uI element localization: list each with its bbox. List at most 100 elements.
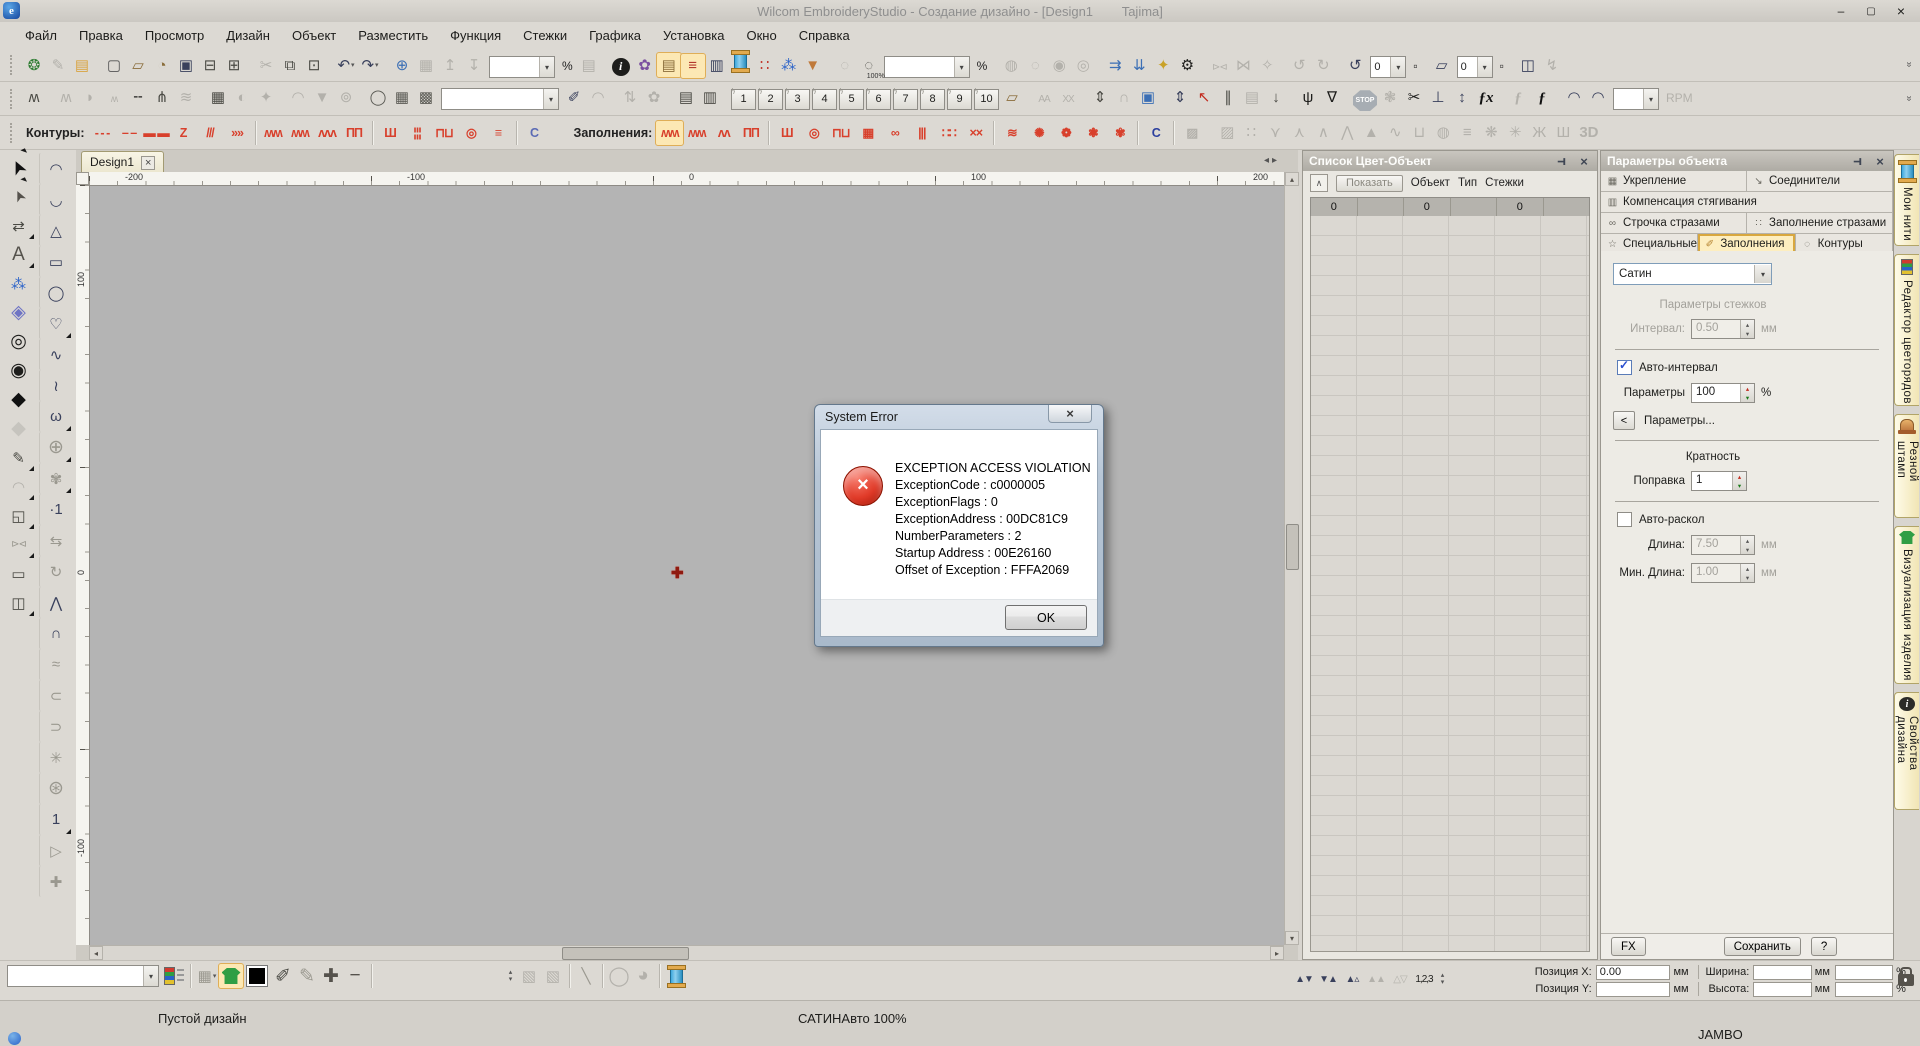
stitch-density-icon[interactable]: ∷ xyxy=(753,53,777,77)
entry-point-tool-icon[interactable]: 1 xyxy=(39,804,72,835)
show-outlines-icon[interactable]: ◎ xyxy=(1071,53,1095,77)
pos-y-field[interactable] xyxy=(1596,982,1671,997)
run-tool-icon[interactable]: ∿ xyxy=(39,339,72,370)
dialog-title-bar[interactable]: System Error xyxy=(820,405,1098,429)
rotate-3d-tool-icon[interactable]: ↻ xyxy=(39,556,72,587)
sequence-123-icon[interactable]: 1,2,3 xyxy=(1412,967,1436,991)
stitch-player-icon[interactable]: ◫ xyxy=(1516,53,1540,77)
palette-scroll-spinner[interactable]: ▴▾ xyxy=(504,969,517,983)
fan-stitch-icon[interactable]: ⋏ xyxy=(1287,120,1311,144)
connection-settings-icon[interactable]: ⚙ xyxy=(1175,53,1199,77)
u-stitch-border-icon[interactable]: ⊓⊔ xyxy=(431,121,458,145)
tab-pull-compensation[interactable]: ▥Компенсация стягивания xyxy=(1601,192,1893,212)
speed-gauge-alt-icon[interactable]: ◠ xyxy=(1586,85,1610,109)
cross-threads-icon[interactable]: XX xyxy=(1056,88,1080,112)
sculpture-run-icon[interactable]: ▬ ▬ xyxy=(143,121,170,145)
zoom-100-icon[interactable]: ◌100% xyxy=(857,54,881,78)
scroll-down-icon[interactable]: ▾ xyxy=(1285,931,1299,945)
sequence-order-spinner[interactable]: ▴▾ xyxy=(1436,972,1449,986)
background-grid-icon[interactable]: ▦▾ xyxy=(195,964,219,988)
tab-underlay[interactable]: ▦Укрепление xyxy=(1601,171,1747,191)
mirror-vertical-icon[interactable]: ⋈ xyxy=(1231,53,1255,77)
color-object-grid[interactable] xyxy=(1310,216,1590,952)
insert-stitch-icon[interactable]: ↓ xyxy=(1264,86,1288,110)
curved-c-border-icon[interactable]: Ϲ xyxy=(521,121,548,145)
side-tab-colorway-editor[interactable]: Редактор цветорядов xyxy=(1894,254,1919,406)
vertical-scroll-thumb[interactable] xyxy=(1286,524,1299,570)
sphere-gray-icon[interactable]: ◕ xyxy=(631,964,655,988)
close-tab-icon[interactable] xyxy=(141,155,155,169)
toolbar-overflow-icon[interactable]: » xyxy=(1904,62,1915,68)
close-button[interactable] xyxy=(1886,2,1916,20)
thread-colors-icon[interactable]: ▥ xyxy=(705,53,729,77)
lattice-fill-icon[interactable]: ▨ xyxy=(1178,121,1205,145)
branching-icon[interactable]: ⋔ xyxy=(150,85,174,109)
send-to-machine-icon[interactable]: ⇉ xyxy=(1103,53,1127,77)
mirror-wand-icon[interactable]: ✧ xyxy=(1255,53,1279,77)
coil-fill-icon[interactable]: ◎ xyxy=(800,121,827,145)
lace-circle-icon[interactable]: ◍ xyxy=(1431,120,1455,144)
stitch-type-select[interactable]: Сатин ▾ xyxy=(1613,263,1772,285)
params-spinner[interactable]: 100▴▾ xyxy=(1691,383,1755,403)
star-shape-icon[interactable]: ✦ xyxy=(254,85,278,109)
circle-cross-tool-icon[interactable]: ⊕ xyxy=(39,432,72,463)
program-split-fill-icon[interactable]: Ш xyxy=(773,121,800,145)
team-names-icon[interactable]: ⁂ xyxy=(777,53,801,77)
help-button[interactable]: ? xyxy=(1811,937,1837,956)
tie-in-icon[interactable]: ⊥ xyxy=(1426,85,1450,109)
machine-manager-icon[interactable]: ⇊ xyxy=(1127,53,1151,77)
menu-item-6[interactable]: Разместить xyxy=(347,24,439,47)
panel-title-bar[interactable]: Список Цвет-Объект xyxy=(1303,151,1597,171)
menu-item-1[interactable]: Файл xyxy=(14,24,68,47)
space-evenly-icon[interactable]: ▲▲ xyxy=(1364,967,1388,991)
rotate-angle-combo[interactable]: 0▾ xyxy=(1370,56,1406,78)
redo-icon[interactable]: ↷▾ xyxy=(358,53,382,77)
fish-shapes-icon[interactable]: ≋ xyxy=(174,85,198,109)
dot-fill-icon[interactable]: ∷∷ xyxy=(935,121,962,145)
stop-function-icon[interactable]: STOP xyxy=(1353,90,1377,111)
auto-interval-checkbox[interactable] xyxy=(1617,360,1632,375)
recall-preset-5-button[interactable]: 5 xyxy=(839,89,864,110)
stitch-list-icon[interactable]: ▥ xyxy=(698,85,722,109)
tab-rhinestone-run[interactable]: ∞Строчка стразами xyxy=(1601,213,1747,233)
curved-band-tool-icon[interactable]: ≈ xyxy=(39,649,72,680)
tab-scroll-arrows-icon[interactable]: ◂▸ xyxy=(1264,155,1280,166)
crescent-fill-icon[interactable]: Ϲ xyxy=(1142,121,1169,145)
liquid-effect-fill-icon[interactable]: ❃ xyxy=(1079,121,1106,145)
rotate-ccw-icon[interactable]: ↺ xyxy=(1287,53,1311,77)
stemstitch-run-icon[interactable]: /// xyxy=(197,121,224,145)
shape-merge-tool-icon[interactable]: ◫ xyxy=(3,588,35,617)
height-percent-field[interactable] xyxy=(1835,982,1894,997)
shape-plus-a-tool-icon[interactable]: ⊂ xyxy=(39,680,72,711)
preset-folder-icon[interactable]: ▱ xyxy=(1000,85,1024,109)
light-stitch-icon[interactable]: ʍ xyxy=(54,86,78,110)
menu-item-9[interactable]: Графика xyxy=(578,24,652,47)
cut-icon[interactable]: ✂ xyxy=(254,53,278,77)
stitch-select-icon[interactable]: ↖ xyxy=(1192,85,1216,109)
pin-icon[interactable] xyxy=(1558,154,1571,168)
zigzag-nodes-tool-icon[interactable]: ⋀ xyxy=(39,587,72,618)
rotate-angle-icon[interactable]: ↺ xyxy=(1343,53,1367,77)
triple-run-icon[interactable]: – – xyxy=(116,121,143,145)
spheres-icon[interactable]: ⊚ xyxy=(334,85,358,109)
palette-name-combo[interactable]: ▾ xyxy=(7,965,159,987)
auto-split-checkbox[interactable] xyxy=(1617,512,1632,527)
color-swap-tool-icon[interactable]: ⇄ xyxy=(3,211,35,240)
speed-gauge-icon[interactable]: ◠ xyxy=(1562,85,1586,109)
show-unused-colors-icon[interactable]: ▧ xyxy=(541,964,565,988)
coil-border-icon[interactable]: ◎ xyxy=(458,121,485,145)
direction-arrow-tool-icon[interactable]: ▷ xyxy=(39,835,72,866)
arc-ccw-tool-icon[interactable]: ◡ xyxy=(39,184,72,215)
options-icon[interactable]: ▤ xyxy=(577,53,601,77)
spiral-fill-icon[interactable]: ✺ xyxy=(1025,121,1052,145)
design-information-icon[interactable]: i xyxy=(612,58,630,76)
u-column-icon[interactable]: ⊔ xyxy=(1407,120,1431,144)
fx-global-icon[interactable]: ƒ xyxy=(1506,87,1530,111)
ring-tool-icon[interactable]: ◎ xyxy=(3,327,35,356)
recall-preset-10-button[interactable]: 10 xyxy=(974,89,999,110)
shape-plus-b-tool-icon[interactable]: ⊃ xyxy=(39,711,72,742)
summary-notes-icon[interactable]: ▤ xyxy=(674,85,698,109)
wheel-fill-icon[interactable]: ✳ xyxy=(1503,120,1527,144)
insert-design-icon[interactable]: ⊕ xyxy=(390,53,414,77)
menu-item-2[interactable]: Правка xyxy=(68,24,134,47)
